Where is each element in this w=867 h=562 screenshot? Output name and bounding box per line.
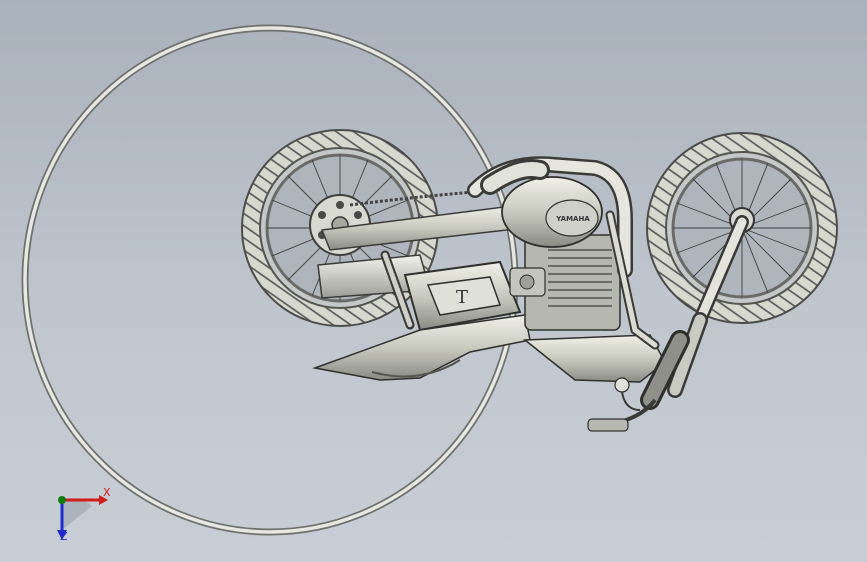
coordinate-triad: X Z Y — [44, 478, 114, 544]
z-axis-label: Z — [60, 530, 68, 543]
engine-block[interactable]: YAMAHA — [501, 176, 621, 331]
motorcycle-model-view[interactable]: T YAMAHA — [0, 0, 867, 562]
engine-carburetor[interactable] — [509, 267, 546, 297]
engine-badge: YAMAHA — [555, 215, 590, 223]
tank-emblem: T — [456, 287, 468, 308]
x-axis-label: X — [103, 486, 111, 499]
cad-graphics-viewport[interactable]: T YAMAHA X Z — [0, 0, 867, 562]
y-axis-dot — [58, 496, 66, 504]
